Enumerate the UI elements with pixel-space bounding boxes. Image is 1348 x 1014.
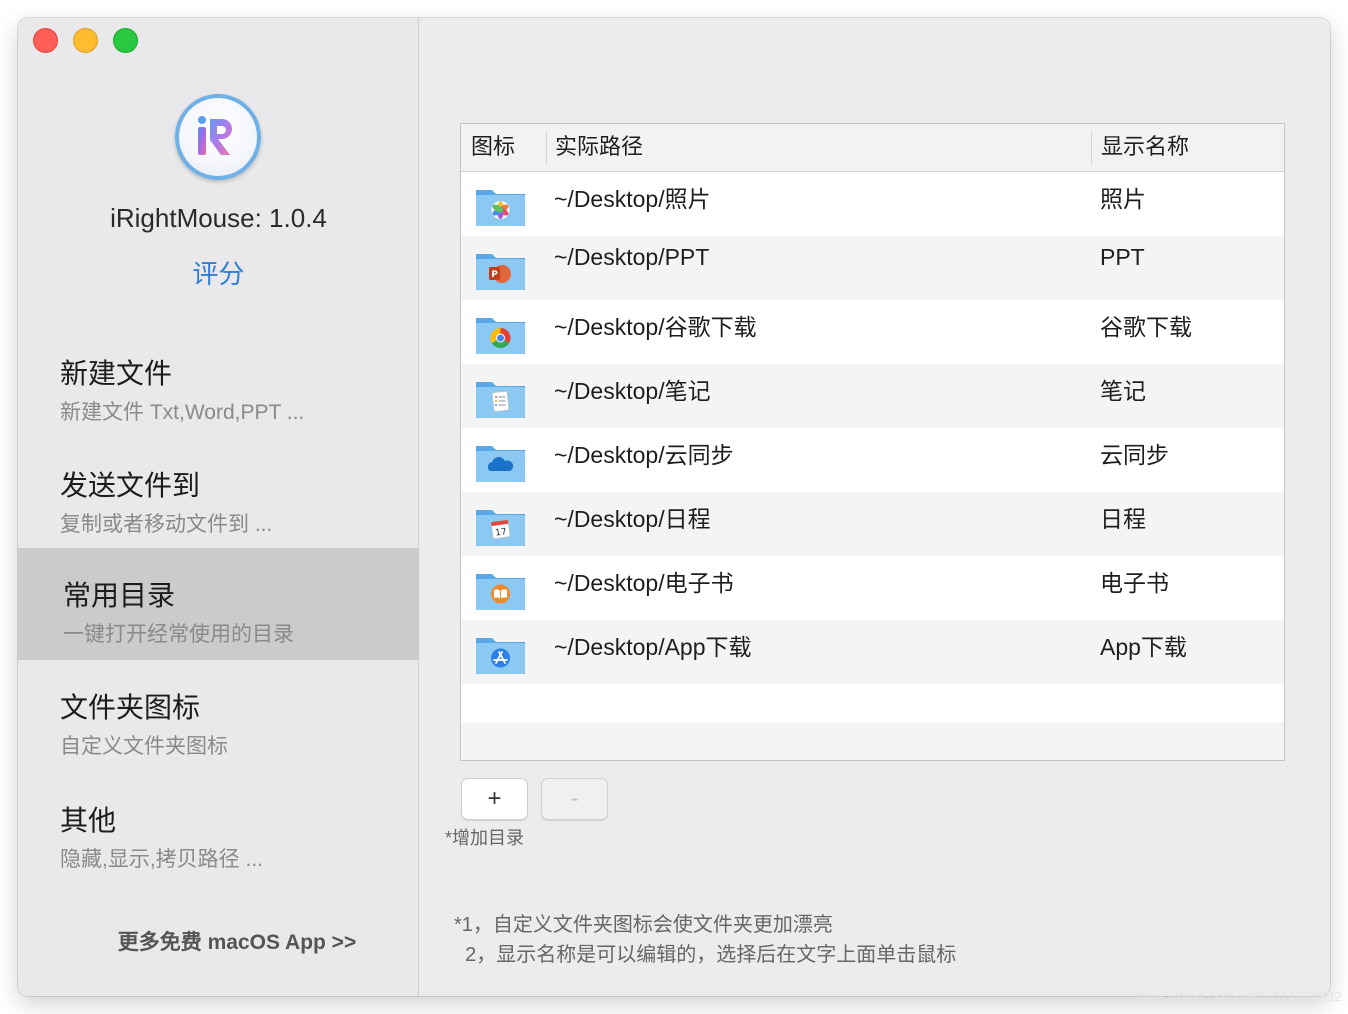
- sidebar-item-title: 新建文件: [60, 358, 173, 389]
- column-divider[interactable]: [1091, 132, 1092, 164]
- rate-link[interactable]: 评分: [18, 254, 419, 291]
- table-row[interactable]: ~/Desktop/电子书 电子书: [461, 556, 1284, 620]
- remove-directory-button[interactable]: -: [541, 778, 608, 820]
- sidebar: iRightMouse: 1.0.4 评分 新建文件 新建文件 Txt,Word…: [18, 18, 419, 996]
- table-row[interactable]: 17 ~/Desktop/日程 日程: [461, 492, 1284, 556]
- table-body: ~/Desktop/照片 照片 P ~/Desktop/PPT PPT ~/De…: [461, 172, 1284, 760]
- display-name-cell[interactable]: App下载: [1100, 628, 1187, 662]
- table-row[interactable]: ~/Desktop/照片 照片: [461, 172, 1284, 236]
- cloud-icon: [476, 446, 525, 482]
- table-row[interactable]: ~/Desktop/云同步 云同步: [461, 428, 1284, 492]
- irightmouse-logo-icon: [198, 116, 232, 155]
- path-cell: ~/Desktop/PPT: [554, 244, 710, 270]
- sidebar-item-title: 文件夹图标: [60, 692, 201, 723]
- display-name-cell[interactable]: 照片: [1100, 180, 1146, 214]
- display-name-cell[interactable]: PPT: [1100, 244, 1145, 271]
- books-icon: [476, 574, 525, 610]
- sidebar-item-subtitle: 新建文件 Txt,Word,PPT ...: [60, 401, 305, 424]
- sidebar-item-subtitle: 自定义文件夹图标: [60, 735, 228, 758]
- sidebar-item-subtitle: 一键打开经常使用的目录: [63, 623, 294, 646]
- sidebar-item-other[interactable]: 其他 隐藏,显示,拷贝路径 ...: [18, 773, 419, 885]
- app-window: iRightMouse: 1.0.4 评分 新建文件 新建文件 Txt,Word…: [18, 18, 1330, 996]
- sidebar-item-common-dirs[interactable]: 常用目录 一键打开经常使用的目录: [18, 548, 419, 660]
- chrome-icon: [476, 318, 525, 354]
- table-row[interactable]: ~/Desktop/App下载 App下载: [461, 620, 1284, 684]
- path-cell: ~/Desktop/云同步: [554, 442, 734, 468]
- svg-text:P: P: [491, 270, 498, 280]
- sidebar-item-title: 发送文件到: [60, 470, 201, 501]
- directory-table[interactable]: 图标 实际路径 显示名称 ~/Desktop/照片 照片 P ~/Desktop…: [460, 123, 1285, 761]
- sidebar-item-subtitle: 复制或者移动文件到 ...: [60, 513, 273, 536]
- add-directory-hint: *增加目录: [445, 828, 525, 848]
- path-cell: ~/Desktop/电子书: [554, 570, 734, 596]
- more-apps-link[interactable]: 更多免费 macOS App >>: [18, 926, 456, 956]
- calendar-icon: 17: [476, 510, 525, 546]
- note-line: 2，显示名称是可以编辑的，选择后在文字上面单击鼠标: [454, 944, 957, 966]
- powerpoint-icon: P: [476, 254, 525, 290]
- display-name-cell[interactable]: 电子书: [1100, 564, 1169, 598]
- empty-row: [461, 684, 1284, 722]
- display-name-cell[interactable]: 笔记: [1100, 372, 1146, 406]
- column-divider[interactable]: [546, 132, 547, 164]
- notes: *1，自定义文件夹图标会使文件夹更加漂亮 2，显示名称是可以编辑的，选择后在文字…: [454, 910, 956, 970]
- sidebar-item-subtitle: 隐藏,显示,拷贝路径 ...: [60, 848, 264, 871]
- sidebar-item-folder-icon[interactable]: 文件夹图标 自定义文件夹图标: [18, 660, 419, 772]
- display-name-cell[interactable]: 谷歌下载: [1100, 308, 1192, 342]
- path-cell: ~/Desktop/App下载: [554, 634, 752, 660]
- table-row[interactable]: ~/Desktop/谷歌下载 谷歌下载: [461, 300, 1284, 364]
- sidebar-item-title: 常用目录: [63, 580, 176, 611]
- zoom-window-button[interactable]: [113, 28, 138, 53]
- display-name-cell[interactable]: 云同步: [1100, 436, 1169, 470]
- watermark: https://blog.csdn.net/u014306892: [1134, 988, 1342, 1004]
- sidebar-item-new-file[interactable]: 新建文件 新建文件 Txt,Word,PPT ...: [18, 326, 419, 438]
- column-header-icon[interactable]: 图标: [471, 124, 515, 172]
- empty-row: [461, 722, 1284, 760]
- app-logo: [175, 94, 261, 180]
- path-cell: ~/Desktop/谷歌下载: [554, 314, 757, 340]
- window-controls: [33, 28, 138, 53]
- column-header-name[interactable]: 显示名称: [1101, 124, 1189, 172]
- table-row[interactable]: P ~/Desktop/PPT PPT: [461, 236, 1284, 300]
- table-row[interactable]: ~/Desktop/笔记 笔记: [461, 364, 1284, 428]
- svg-text:17: 17: [495, 527, 508, 538]
- sidebar-item-title: 其他: [60, 805, 117, 836]
- table-header: 图标 实际路径 显示名称: [461, 124, 1284, 172]
- column-header-path[interactable]: 实际路径: [555, 124, 643, 172]
- app-version-title: iRightMouse: 1.0.4: [110, 203, 327, 233]
- photos-icon: [476, 190, 525, 226]
- sidebar-item-send-to[interactable]: 发送文件到 复制或者移动文件到 ...: [18, 438, 419, 550]
- path-cell: ~/Desktop/笔记: [554, 378, 711, 404]
- add-directory-button[interactable]: +: [461, 778, 528, 820]
- path-cell: ~/Desktop/照片: [554, 186, 711, 212]
- appstore-icon: [476, 638, 525, 674]
- notes-icon: [476, 382, 525, 418]
- path-cell: ~/Desktop/日程: [554, 506, 711, 532]
- display-name-cell[interactable]: 日程: [1100, 500, 1146, 534]
- close-window-button[interactable]: [33, 28, 58, 53]
- note-line: *1，自定义文件夹图标会使文件夹更加漂亮: [454, 914, 833, 936]
- minimize-window-button[interactable]: [73, 28, 98, 53]
